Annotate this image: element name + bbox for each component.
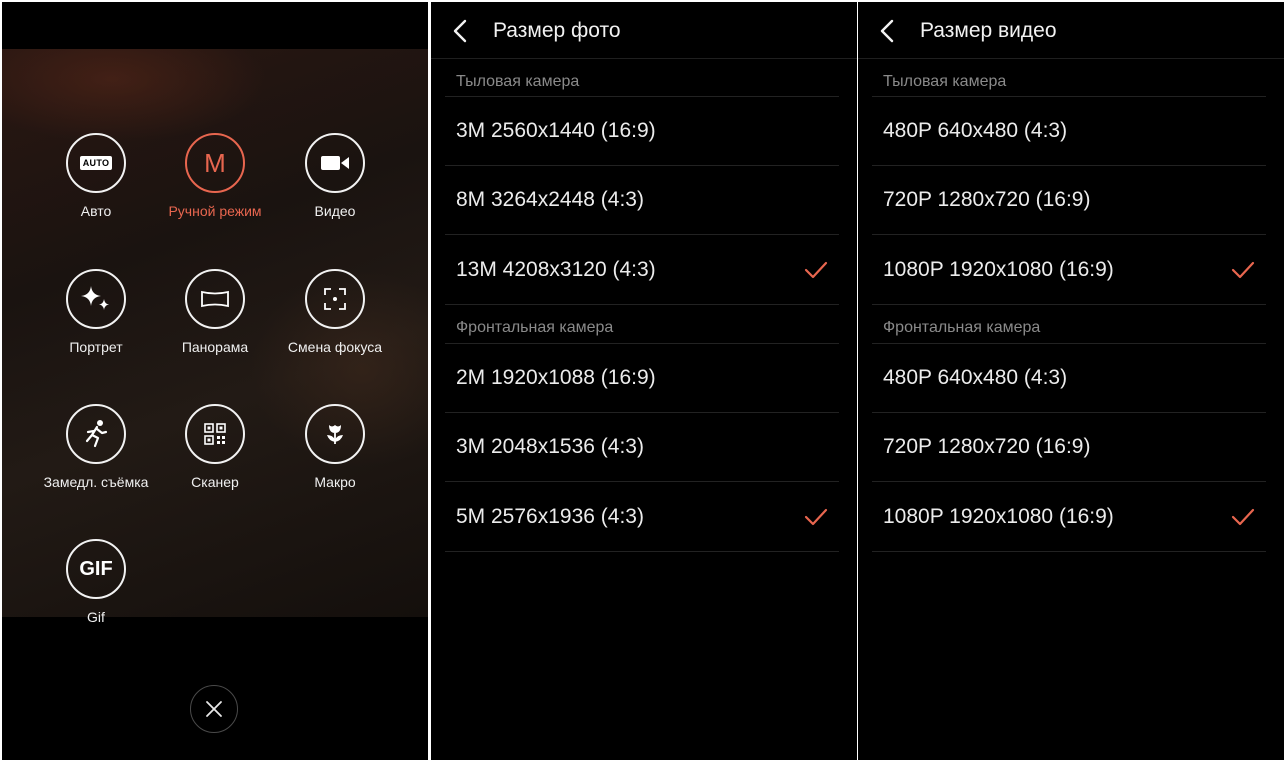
flower-icon bbox=[305, 404, 365, 464]
option-row[interactable]: 8M 3264x2448 (4:3) bbox=[445, 166, 839, 235]
page-title: Размер фото bbox=[493, 19, 621, 42]
option-row[interactable]: 2M 1920x1088 (16:9) bbox=[445, 344, 839, 413]
mode-label: Видео bbox=[314, 203, 356, 219]
panorama-icon bbox=[185, 269, 245, 329]
checkmark-icon bbox=[1231, 508, 1255, 526]
mode-label: Макро bbox=[314, 474, 356, 490]
photo-size-screen: Размер фото Тыловая камера 3M 2560x1440 … bbox=[431, 2, 857, 760]
section-label-front: Фронтальная камера bbox=[456, 319, 614, 336]
mode-label: Панорама bbox=[181, 339, 249, 355]
mode-label: Gif bbox=[87, 609, 105, 625]
option-label: 8M 3264x2448 (4:3) bbox=[456, 188, 644, 211]
option-label: 1080P 1920x1080 (16:9) bbox=[883, 505, 1114, 528]
auto-icon: AUTO bbox=[66, 133, 126, 193]
option-row-selected[interactable]: 1080P 1920x1080 (16:9) bbox=[872, 236, 1266, 305]
option-label: 13M 4208x3120 (4:3) bbox=[456, 258, 656, 281]
mode-slow-motion[interactable]: Замедл. съёмка bbox=[36, 404, 156, 490]
qr-code-icon bbox=[185, 404, 245, 464]
mode-label: Портрет bbox=[69, 339, 123, 355]
page-title: Размер видео bbox=[920, 19, 1057, 42]
option-row[interactable]: 480P 640x480 (4:3) bbox=[872, 97, 1266, 166]
checkmark-icon bbox=[804, 261, 828, 279]
camera-mode-screen: AUTO Авто M Ручной режим Видео Портрет П… bbox=[2, 2, 428, 760]
option-label: 3M 2560x1440 (16:9) bbox=[456, 119, 656, 142]
mode-refocus[interactable]: Смена фокуса bbox=[275, 269, 395, 355]
close-button[interactable] bbox=[190, 685, 238, 733]
mode-label: Смена фокуса bbox=[287, 339, 383, 355]
mode-manual[interactable]: M Ручной режим bbox=[155, 133, 275, 219]
sparkle-icon bbox=[66, 269, 126, 329]
mode-gif[interactable]: GIF Gif bbox=[36, 539, 156, 625]
gif-icon: GIF bbox=[66, 539, 126, 599]
option-row[interactable]: 3M 2560x1440 (16:9) bbox=[445, 97, 839, 166]
option-label: 720P 1280x720 (16:9) bbox=[883, 188, 1091, 211]
checkmark-icon bbox=[804, 508, 828, 526]
section-label-front: Фронтальная камера bbox=[883, 319, 1041, 336]
manual-m-icon: M bbox=[185, 133, 245, 193]
mode-panorama[interactable]: Панорама bbox=[155, 269, 275, 355]
mode-macro[interactable]: Макро bbox=[275, 404, 395, 490]
option-row-selected[interactable]: 13M 4208x3120 (4:3) bbox=[445, 236, 839, 305]
mode-label: Ручной режим bbox=[168, 203, 262, 219]
section-label-rear: Тыловая камера bbox=[456, 73, 580, 90]
option-label: 2M 1920x1088 (16:9) bbox=[456, 366, 656, 389]
mode-auto[interactable]: AUTO Авто bbox=[36, 133, 156, 219]
settings-header: Размер фото bbox=[431, 2, 857, 59]
mode-video[interactable]: Видео bbox=[275, 133, 395, 219]
option-label: 480P 640x480 (4:3) bbox=[883, 119, 1068, 142]
settings-header: Размер видео bbox=[858, 2, 1284, 59]
option-label: 3M 2048x1536 (4:3) bbox=[456, 435, 644, 458]
video-size-screen: Размер видео Тыловая камера 480P 640x480… bbox=[858, 2, 1284, 760]
option-label: 1080P 1920x1080 (16:9) bbox=[883, 258, 1114, 281]
option-label: 5M 2576x1936 (4:3) bbox=[456, 505, 644, 528]
mode-label: Сканер bbox=[191, 474, 239, 490]
focus-frame-icon bbox=[305, 269, 365, 329]
option-row-selected[interactable]: 5M 2576x1936 (4:3) bbox=[445, 483, 839, 552]
mode-scanner[interactable]: Сканер bbox=[155, 404, 275, 490]
back-arrow-icon[interactable] bbox=[878, 19, 898, 43]
option-label: 480P 640x480 (4:3) bbox=[883, 366, 1068, 389]
option-row[interactable]: 3M 2048x1536 (4:3) bbox=[445, 413, 839, 482]
section-label-rear: Тыловая камера bbox=[883, 73, 1007, 90]
option-row[interactable]: 720P 1280x720 (16:9) bbox=[872, 166, 1266, 235]
option-label: 720P 1280x720 (16:9) bbox=[883, 435, 1091, 458]
mode-portrait[interactable]: Портрет bbox=[36, 269, 156, 355]
back-arrow-icon[interactable] bbox=[451, 19, 471, 43]
mode-label: Замедл. съёмка bbox=[43, 474, 149, 490]
video-camera-icon bbox=[305, 133, 365, 193]
option-row-selected[interactable]: 1080P 1920x1080 (16:9) bbox=[872, 483, 1266, 552]
close-icon bbox=[206, 701, 222, 717]
running-man-icon bbox=[66, 404, 126, 464]
option-row[interactable]: 480P 640x480 (4:3) bbox=[872, 344, 1266, 413]
mode-label: Авто bbox=[80, 203, 112, 219]
checkmark-icon bbox=[1231, 261, 1255, 279]
option-row[interactable]: 720P 1280x720 (16:9) bbox=[872, 413, 1266, 482]
